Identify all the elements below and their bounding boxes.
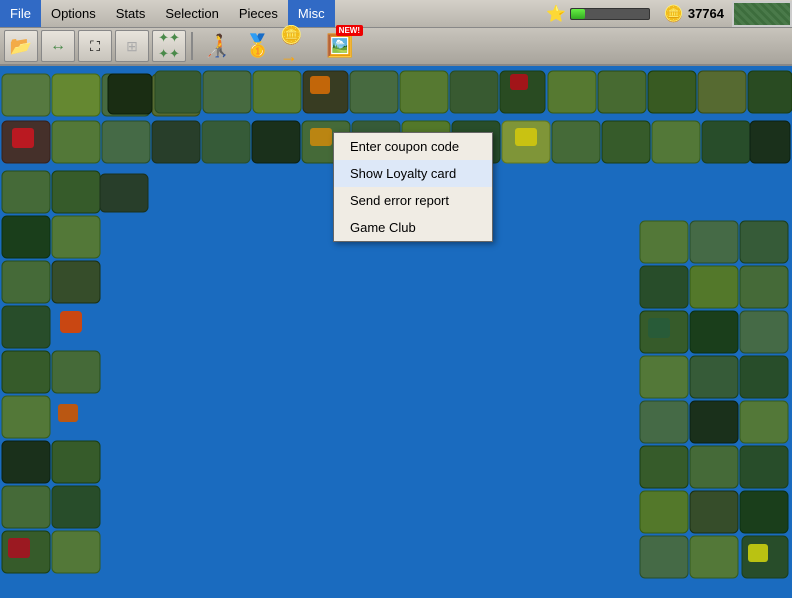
thumbnail-image [734,3,790,25]
open-folder-button[interactable]: 📂 [4,30,38,62]
menu-selection[interactable]: Selection [155,0,228,27]
menu-pieces[interactable]: Pieces [229,0,288,27]
new-image-button[interactable]: 🖼️ NEW! [321,29,359,63]
coins-to-button[interactable]: 🪙→ [280,29,318,63]
star-grid-button[interactable]: ✦✦✦✦ [152,30,186,62]
dropdown-item-loyalty[interactable]: Show Loyalty card [334,160,492,187]
refresh-icon: ↔ [50,37,66,55]
coin-area: 🪙 37764 [656,4,732,24]
menu-options[interactable]: Options [41,0,106,27]
dropdown-item-coupon[interactable]: Enter coupon code [334,133,492,160]
folder-icon: 📂 [10,36,32,57]
medal-button[interactable]: 🥇 [239,29,277,63]
player-icon: 🧑‍🦯 [203,33,230,59]
menu-stats[interactable]: Stats [106,0,156,27]
toolbar-separator [191,32,193,60]
new-badge: NEW! [336,25,363,36]
star-icon: ⭐ [546,4,566,24]
menu-file[interactable]: File [0,0,41,27]
coins-to-icon: 🪙→ [280,25,318,67]
star-grid-icon: ✦✦✦✦ [158,30,180,62]
puzzle-thumbnail[interactable] [732,1,792,27]
player-icon-button[interactable]: 🧑‍🦯 [198,29,236,63]
progress-bar [570,8,650,20]
refresh-button[interactable]: ↔ [41,30,75,62]
star-progress-area: ⭐ [540,4,656,24]
toolbar: 📂 ↔ ⛶ ⊞ ✦✦✦✦ 🧑‍🦯 🥇 🪙→ 🖼️ NEW! [0,28,792,66]
dropdown-item-error[interactable]: Send error report [334,187,492,214]
misc-dropdown-menu: Enter coupon code Show Loyalty card Send… [333,132,493,242]
fit-button[interactable]: ⛶ [78,30,112,62]
game-area[interactable]: Enter coupon code Show Loyalty card Send… [0,66,792,596]
dropdown-item-gameclub[interactable]: Game Club [334,214,492,241]
grid-button[interactable]: ⊞ [115,30,149,62]
medal-icon: 🥇 [244,33,271,59]
grid-icon: ⊞ [126,38,138,55]
new-image-icon: 🖼️ [326,33,353,59]
coin-count: 37764 [688,6,724,21]
coin-icon: 🪙 [664,4,684,24]
menu-misc[interactable]: Misc [288,0,335,27]
menubar: File Options Stats Selection Pieces Misc… [0,0,792,28]
progress-bar-fill [571,9,585,19]
fit-icon: ⛶ [90,38,100,55]
